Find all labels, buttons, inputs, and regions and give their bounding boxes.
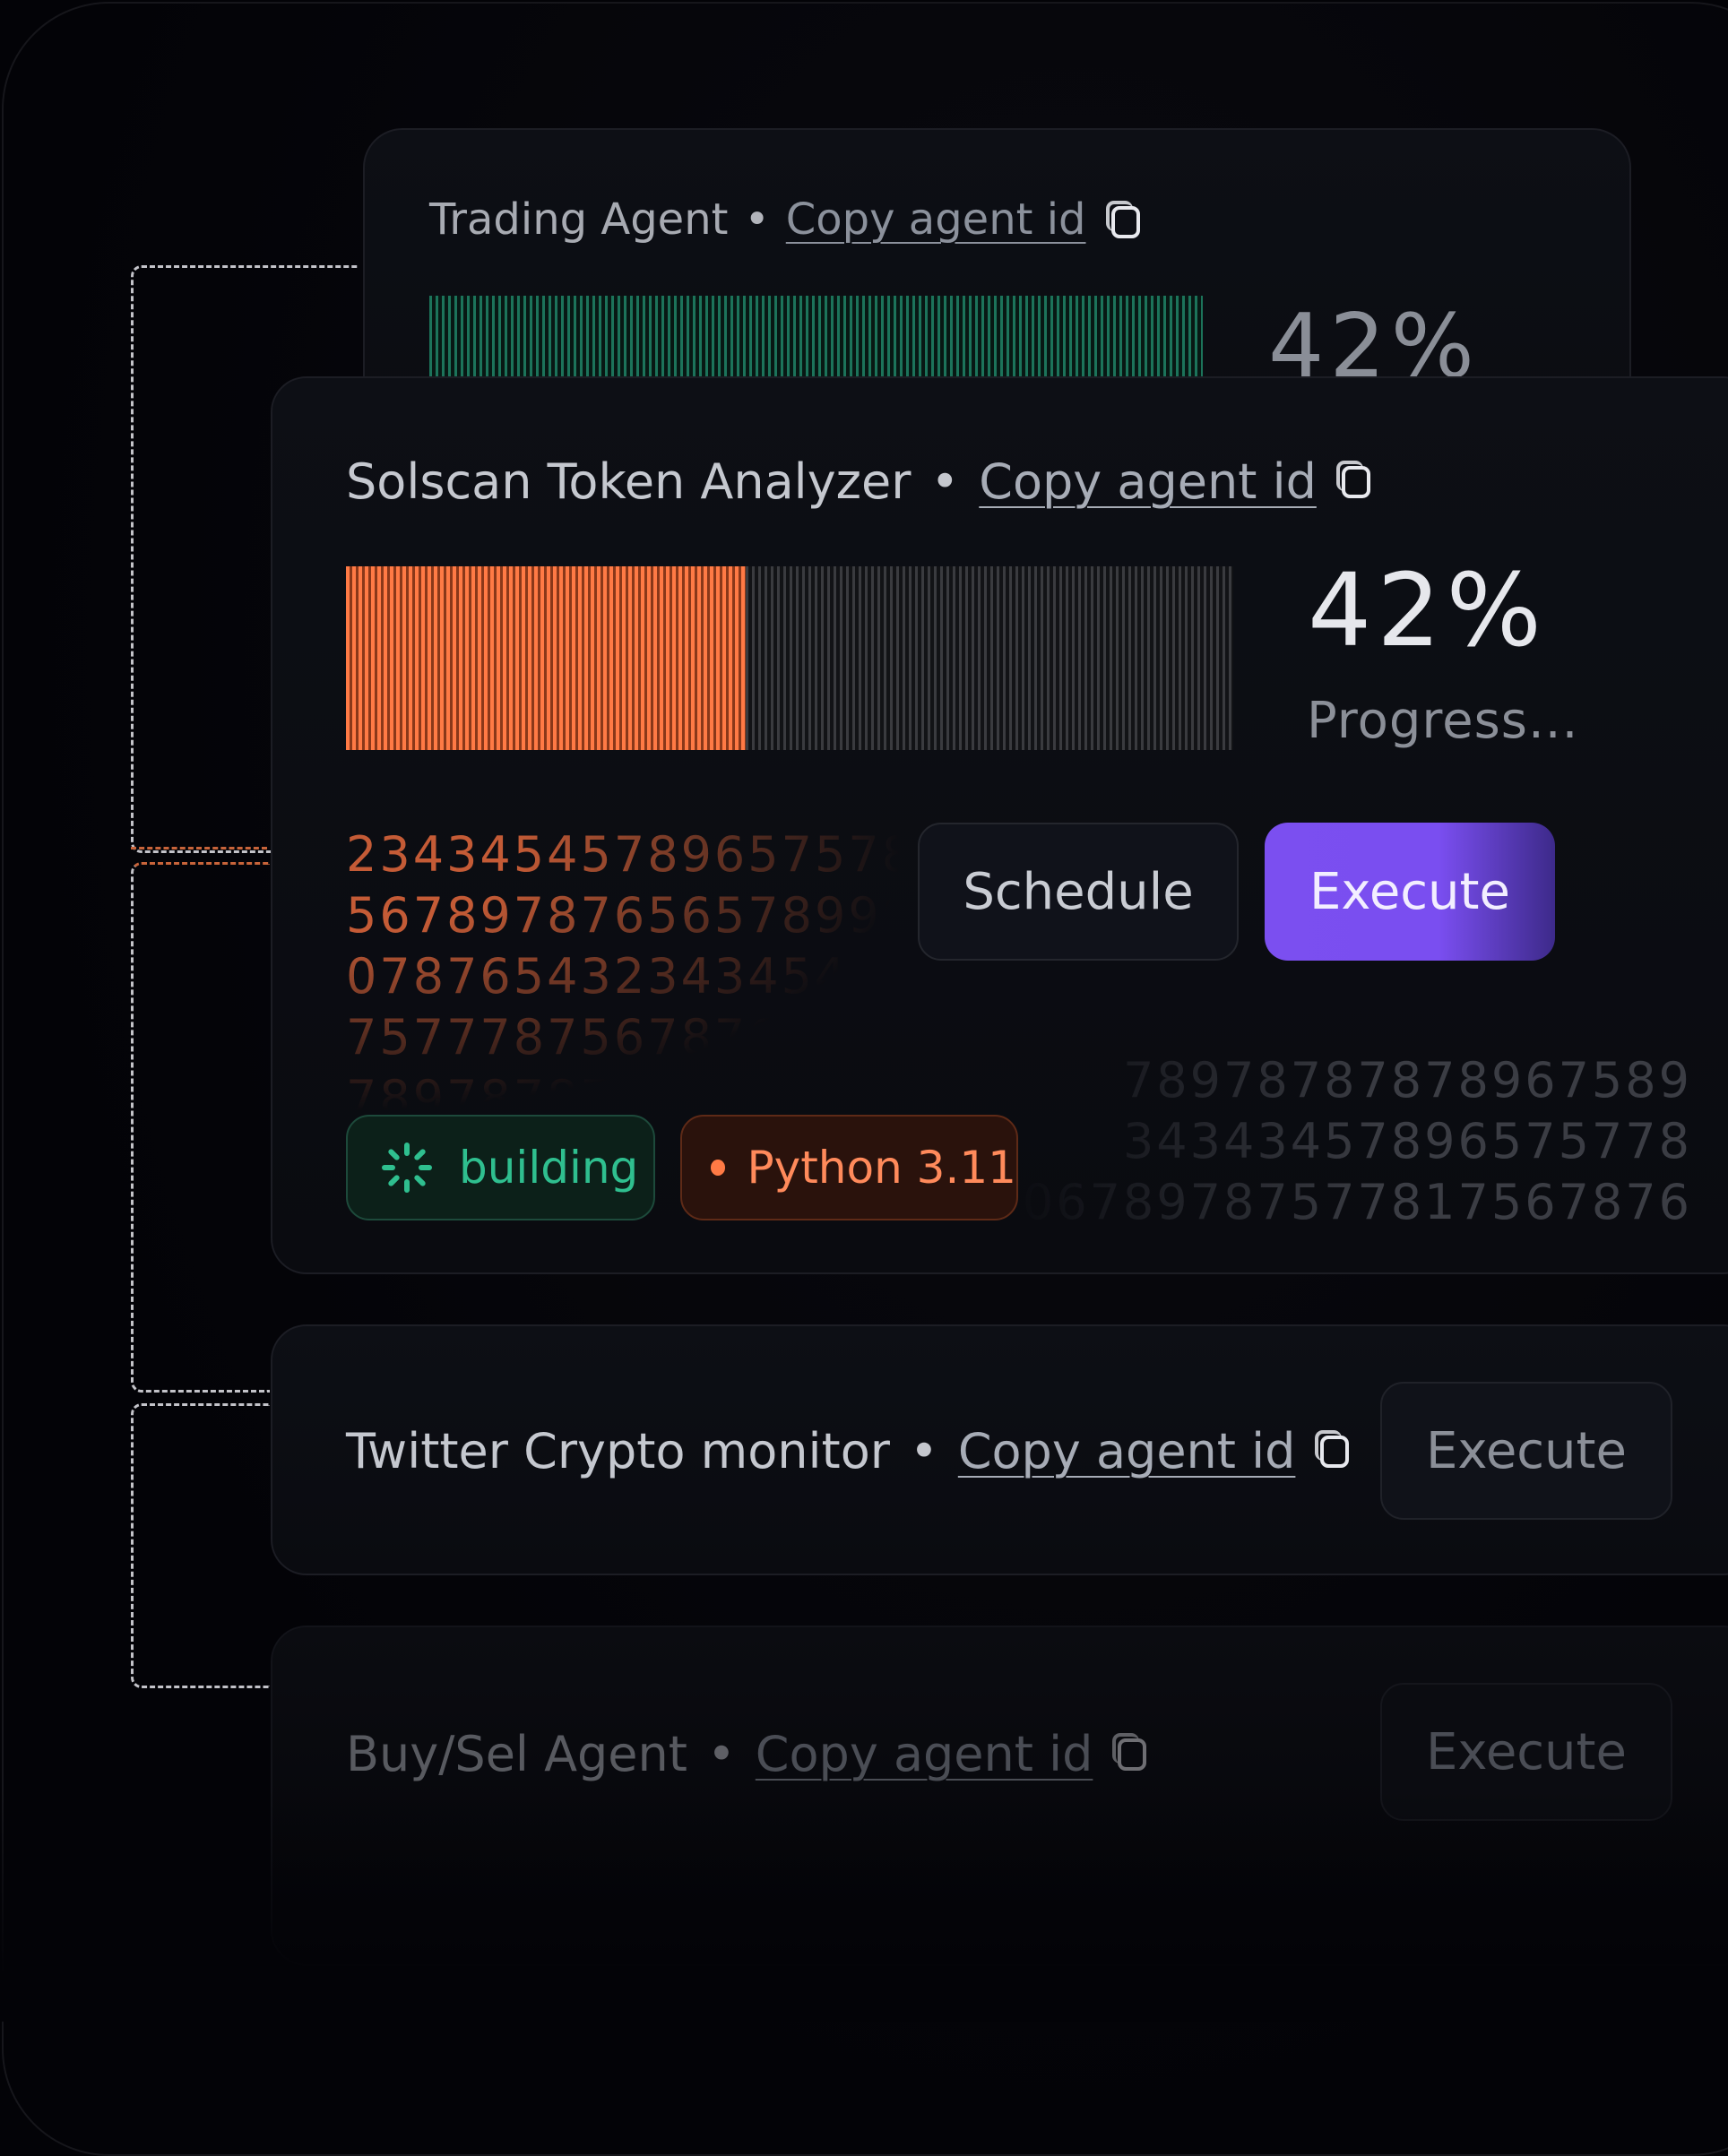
agent-name: Buy/Sel Agent bbox=[346, 1726, 687, 1782]
progress-percent: 42% bbox=[1308, 553, 1547, 669]
separator-dot: • bbox=[909, 1423, 938, 1479]
log-line: 06789787577817567876 bbox=[1022, 1174, 1692, 1230]
copy-icon[interactable] bbox=[1315, 1429, 1354, 1473]
log-line: 34343457896575778 bbox=[1122, 1113, 1692, 1169]
log-line: 56789787656578990878 bbox=[346, 887, 902, 944]
runtime-badge-label: Python 3.11 bbox=[747, 1142, 1016, 1194]
progress-bar-fill bbox=[346, 566, 746, 750]
log-line: 75777875678767677 bbox=[346, 1009, 902, 1065]
execute-button[interactable]: Execute bbox=[1265, 823, 1555, 961]
copy-agent-id-link[interactable]: Copy agent id bbox=[958, 1423, 1296, 1479]
status-badge: building bbox=[346, 1115, 655, 1220]
card-header: Trading Agent • Copy agent id bbox=[429, 194, 1140, 245]
separator-dot: • bbox=[744, 194, 770, 245]
schedule-button[interactable]: Schedule bbox=[918, 823, 1239, 961]
card-header: Twitter Crypto monitor • Copy agent id bbox=[346, 1423, 1354, 1479]
status-badge-label: building bbox=[459, 1142, 639, 1194]
card-header: Buy/Sel Agent • Copy agent id bbox=[346, 1726, 1152, 1782]
spinner-icon bbox=[382, 1143, 432, 1193]
copy-icon[interactable] bbox=[1112, 1732, 1152, 1776]
agent-name: Twitter Crypto monitor bbox=[346, 1423, 890, 1479]
agent-name: Trading Agent bbox=[429, 194, 729, 245]
execute-button[interactable]: Execute bbox=[1380, 1382, 1672, 1520]
dot-icon bbox=[711, 1160, 726, 1176]
execute-button[interactable]: Execute bbox=[1380, 1683, 1672, 1821]
log-line: 78978787878967589 bbox=[1122, 1052, 1692, 1108]
card-header: Solscan Token Analyzer • Copy agent id bbox=[346, 453, 1376, 510]
log-numbers-left: 23434545789657578343 5678978765657899087… bbox=[346, 824, 902, 1111]
separator-dot: • bbox=[930, 453, 960, 510]
copy-icon[interactable] bbox=[1335, 460, 1376, 504]
agent-name: Solscan Token Analyzer bbox=[346, 453, 912, 510]
progress-label: Progress... bbox=[1307, 692, 1579, 750]
copy-agent-id-link[interactable]: Copy agent id bbox=[756, 1726, 1093, 1782]
log-numbers-right: 78978787878967589 34343457896575778 0678… bbox=[1011, 1050, 1692, 1256]
progress-bar-track bbox=[745, 566, 1233, 750]
progress-bar bbox=[346, 566, 1233, 750]
log-line: 78978787 bbox=[346, 1070, 614, 1111]
copy-agent-id-link[interactable]: Copy agent id bbox=[786, 194, 1086, 245]
runtime-badge: Python 3.11 bbox=[680, 1115, 1018, 1220]
log-line: 07876543234345454545 bbox=[346, 948, 902, 1005]
connector-solscan bbox=[131, 847, 267, 862]
agent-card-buysell: Buy/Sel Agent • Copy agent id Execute bbox=[271, 1626, 1728, 1966]
copy-icon[interactable] bbox=[1105, 201, 1140, 238]
connector-twitter bbox=[131, 862, 270, 1393]
copy-agent-id-link[interactable]: Copy agent id bbox=[979, 453, 1317, 510]
agent-card-twitter: Twitter Crypto monitor • Copy agent id E… bbox=[271, 1324, 1728, 1575]
separator-dot: • bbox=[706, 1726, 736, 1782]
connector-buysell bbox=[131, 1403, 270, 1688]
log-line: 23434545789657578343 bbox=[346, 826, 902, 883]
agent-card-solscan: Solscan Token Analyzer • Copy agent id 4… bbox=[271, 376, 1728, 1274]
